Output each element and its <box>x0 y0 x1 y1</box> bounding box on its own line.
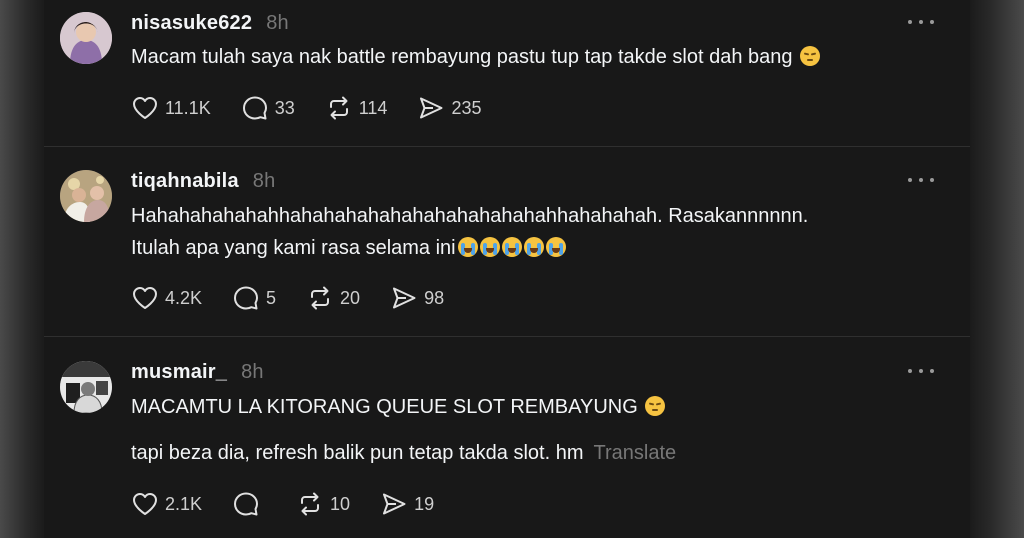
post-text: Hahahahahahahhahahahahahahahahahahahahha… <box>131 200 808 264</box>
repost-count: 20 <box>340 287 361 308</box>
post: tiqahnabila 8h Hahahahahahahhahahahahahah… <box>44 147 970 336</box>
username-text[interactable]: nisasuke622 <box>131 12 252 34</box>
like-count: 11.1K <box>165 97 211 118</box>
username[interactable]: musmair_ 8h <box>131 361 264 384</box>
post-line: tapi beza dia, refresh balik pun tetap t… <box>131 442 584 464</box>
share-button[interactable]: 235 <box>417 94 481 122</box>
post-line-with-emoji: Itulah apa yang kami rasa selama ini <box>131 232 808 264</box>
share-button[interactable]: 98 <box>390 284 444 312</box>
heart-icon <box>133 287 157 309</box>
repost-button[interactable]: 114 <box>325 94 388 122</box>
more-dots-icon[interactable] <box>908 176 934 184</box>
background-left <box>0 0 44 538</box>
like-button[interactable]: 11.1K <box>131 94 211 122</box>
reply-count: 33 <box>274 97 295 118</box>
repost-button[interactable]: 10 <box>296 490 350 518</box>
username-text[interactable]: tiqahnabila <box>131 170 239 192</box>
avatar[interactable] <box>60 170 112 222</box>
like-count: 2.1K <box>165 493 203 514</box>
threads-feed: nisasuke622 8h Macam tulah saya nak battl… <box>44 0 970 538</box>
background-right <box>970 0 1024 538</box>
pensive-emoji <box>645 396 666 416</box>
avatar[interactable] <box>60 361 112 413</box>
like-button[interactable]: 2.1K <box>131 490 202 518</box>
post-text: Macam tulah saya nak battle rembayung pa… <box>131 41 821 73</box>
username[interactable]: nisasuke622 8h <box>131 12 289 35</box>
share-count: 98 <box>424 287 445 308</box>
comment-icon <box>234 286 259 310</box>
reply-button[interactable]: 5 <box>232 284 276 312</box>
crying-emoji <box>545 237 566 257</box>
repost-icon <box>301 492 320 516</box>
action-bar: 4.2K 5 20 98 <box>131 285 474 311</box>
post: nisasuke622 8h Macam tulah saya nak battl… <box>44 0 970 146</box>
post-line: Itulah apa yang kami rasa selama ini <box>131 237 456 259</box>
crying-emoji <box>457 237 478 257</box>
crying-emoji <box>479 237 500 257</box>
repost-count: 114 <box>358 97 388 118</box>
heart-icon <box>133 97 157 119</box>
repost-icon <box>311 286 330 310</box>
username-text[interactable]: musmair_ <box>131 361 227 383</box>
post-line: MACAMTU LA KITORANG QUEUE SLOT REMBAYUNG <box>131 396 638 418</box>
post-text: tapi beza dia, refresh balik pun tetap t… <box>131 437 676 469</box>
repost-button[interactable]: 20 <box>306 284 360 312</box>
repost-icon <box>329 96 348 120</box>
post-time: 8h <box>266 12 289 34</box>
post-line: Hahahahahahahhahahahahahahahahahahahahha… <box>131 205 809 227</box>
avatar[interactable] <box>60 12 112 64</box>
reply-count: 5 <box>266 287 277 308</box>
send-icon <box>393 287 416 309</box>
crying-emoji <box>501 237 522 257</box>
action-bar: 2.1K 10 19 <box>131 491 464 517</box>
comment-icon <box>234 492 259 516</box>
share-count: 19 <box>414 493 435 514</box>
post: musmair_ 8h MACAMTU LA KITORANG QUEUE SLO… <box>44 337 970 538</box>
post-text: MACAMTU LA KITORANG QUEUE SLOT REMBAYUNG <box>131 391 666 423</box>
comment-icon <box>242 96 267 120</box>
post-time: 8h <box>252 170 276 192</box>
share-button[interactable]: 19 <box>380 490 434 518</box>
username[interactable]: tiqahnabila 8h <box>131 170 275 193</box>
pensive-emoji <box>800 46 821 66</box>
crying-emoji <box>523 237 544 257</box>
post-time: 8h <box>241 361 264 383</box>
translate-link[interactable]: Translate <box>594 442 677 464</box>
send-icon <box>383 493 406 515</box>
heart-icon <box>133 493 157 515</box>
reply-button[interactable] <box>232 490 266 518</box>
reply-button[interactable]: 33 <box>241 94 295 122</box>
action-bar: 11.1K 33 114 235 <box>131 95 511 121</box>
more-dots-icon[interactable] <box>908 367 934 375</box>
more-dots-icon[interactable] <box>908 18 934 26</box>
repost-count: 10 <box>330 493 351 514</box>
post-line: Macam tulah saya nak battle rembayung pa… <box>131 46 793 68</box>
send-icon <box>420 97 443 119</box>
share-count: 235 <box>451 97 482 118</box>
like-button[interactable]: 4.2K <box>131 284 202 312</box>
like-count: 4.2K <box>165 287 203 308</box>
